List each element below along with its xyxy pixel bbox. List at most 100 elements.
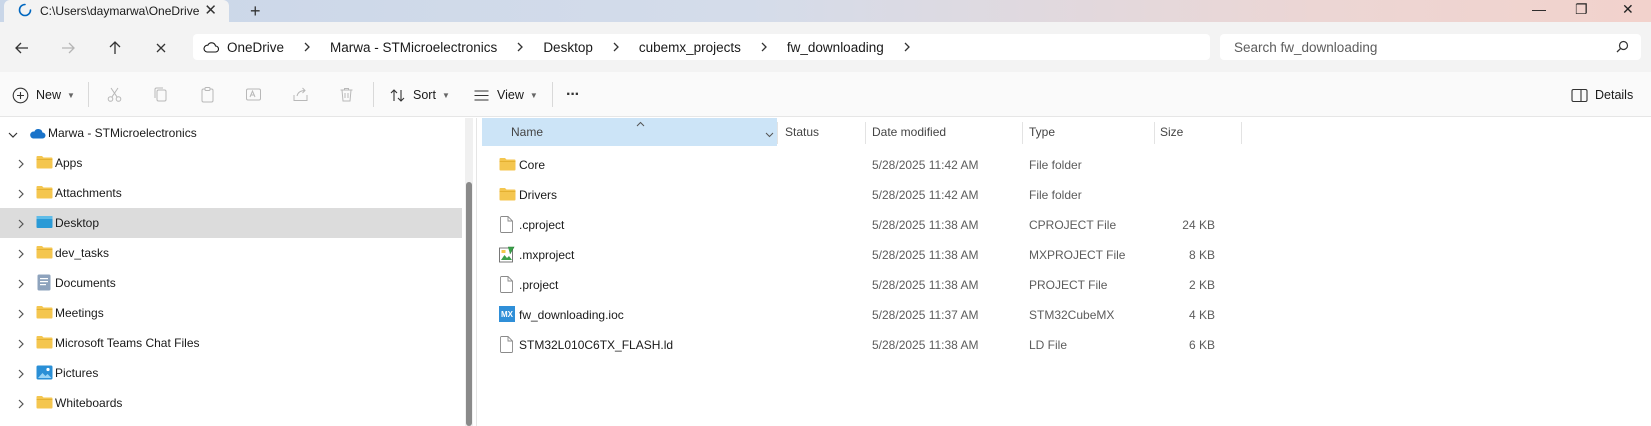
file-name: .cproject <box>519 218 565 232</box>
chevron-right-icon[interactable] <box>17 308 25 322</box>
chevron-right-icon[interactable] <box>516 42 524 52</box>
search-box[interactable]: Search fw_downloading <box>1220 34 1641 60</box>
chevron-right-icon[interactable] <box>760 42 768 52</box>
breadcrumb-desktop[interactable]: Desktop <box>543 40 593 55</box>
chevron-down-icon[interactable] <box>8 128 18 142</box>
column-separator[interactable] <box>1022 122 1023 144</box>
file-size: 2 KB <box>1188 278 1215 292</box>
new-button[interactable]: New ▼ <box>12 84 75 106</box>
file-size: 4 KB <box>1188 308 1215 322</box>
breadcrumb-cubemx-projects[interactable]: cubemx_projects <box>639 40 741 55</box>
tree-item-label: Apps <box>55 156 83 170</box>
breadcrumb-fw-downloading[interactable]: fw_downloading <box>787 40 884 55</box>
tab-onedrive[interactable]: C:\Users\daymarwa\OneDrive ✕ <box>4 0 229 22</box>
file-row-mxproject[interactable]: .mxproject 5/28/2025 11:38 AM MXPROJECT … <box>480 240 1240 270</box>
view-list-icon <box>474 89 489 101</box>
column-separator[interactable] <box>1241 122 1242 144</box>
tree-item-apps[interactable]: Apps <box>0 148 462 178</box>
view-label: View <box>497 88 524 102</box>
column-header-type[interactable]: Type <box>1029 118 1149 146</box>
column-separator[interactable] <box>865 122 866 144</box>
chevron-right-icon[interactable] <box>303 42 311 52</box>
column-dropdown-chevron-icon[interactable] <box>765 127 774 141</box>
tree-item-label: Desktop <box>55 216 100 230</box>
file-name: Core <box>519 158 546 172</box>
arrow-up-icon <box>109 41 121 54</box>
folder-icon <box>36 305 53 322</box>
column-header-size[interactable]: Size <box>1160 118 1240 146</box>
pane-divider <box>476 118 477 426</box>
chevron-right-icon[interactable] <box>17 218 25 232</box>
file-row-core[interactable]: Core 5/28/2025 11:42 AM File folder <box>480 150 1240 180</box>
toolbar-divider <box>552 82 553 107</box>
title-bar: C:\Users\daymarwa\OneDrive ✕ + — ❐ ✕ <box>0 0 1651 22</box>
sort-label: Sort <box>413 88 436 102</box>
tree-item-attachments[interactable]: Attachments <box>0 178 462 208</box>
sort-button[interactable]: Sort ▼ <box>389 84 450 106</box>
more-options-button[interactable]: ··· <box>566 84 580 106</box>
new-tab-button[interactable]: + <box>250 1 261 21</box>
cut-icon[interactable] <box>106 86 123 106</box>
minimize-button[interactable]: — <box>1532 0 1546 18</box>
file-row-ioc[interactable]: MX fw_downloading.ioc 5/28/2025 11:37 AM… <box>480 300 1240 330</box>
tree-item-pictures[interactable]: Pictures <box>0 358 462 388</box>
file-row-project[interactable]: .project 5/28/2025 11:38 AM PROJECT File… <box>480 270 1240 300</box>
column-header-status[interactable]: Status <box>785 118 865 146</box>
search-input[interactable]: Search fw_downloading <box>1234 40 1377 55</box>
copy-icon[interactable] <box>152 86 169 106</box>
file-name: .project <box>519 278 559 292</box>
chevron-right-icon[interactable] <box>17 158 25 172</box>
file-row-drivers[interactable]: Drivers 5/28/2025 11:42 AM File folder <box>480 180 1240 210</box>
share-icon[interactable] <box>292 86 309 106</box>
restore-button[interactable]: ❐ <box>1575 0 1588 18</box>
file-date: 5/28/2025 11:38 AM <box>872 338 979 352</box>
delete-icon[interactable] <box>338 86 355 106</box>
file-size: 6 KB <box>1188 338 1215 352</box>
stop-x-icon <box>156 43 166 53</box>
chevron-right-icon[interactable] <box>17 278 25 292</box>
tree-item-desktop[interactable]: Desktop <box>0 208 462 238</box>
command-bar: New ▼ Sort ▼ View ▼ ··· Details <box>0 72 1651 117</box>
details-button[interactable]: Details <box>1571 84 1633 106</box>
close-window-button[interactable]: ✕ <box>1622 0 1634 18</box>
back-button[interactable] <box>12 38 32 58</box>
chevron-right-icon[interactable] <box>17 368 25 382</box>
folder-icon <box>36 155 53 172</box>
forward-button[interactable] <box>58 38 78 58</box>
file-row-cproject[interactable]: .cproject 5/28/2025 11:38 AM CPROJECT Fi… <box>480 210 1240 240</box>
file-icon <box>500 276 513 296</box>
column-separator[interactable] <box>1154 122 1155 144</box>
chevron-right-icon[interactable] <box>17 248 25 262</box>
tab-title: C:\Users\daymarwa\OneDrive <box>40 4 200 18</box>
file-row-ld[interactable]: STM32L010C6TX_FLASH.ld 5/28/2025 11:38 A… <box>480 330 1240 360</box>
tree-item-whiteboards[interactable]: Whiteboards <box>0 388 462 418</box>
chevron-right-icon[interactable] <box>17 398 25 412</box>
breadcrumb-marwa-stmicroelectronics[interactable]: Marwa - STMicroelectronics <box>330 40 497 55</box>
chevron-down-icon: ▼ <box>441 90 450 100</box>
stop-button[interactable] <box>151 38 171 58</box>
column-separator[interactable] <box>777 122 778 144</box>
address-bar[interactable]: OneDrive Marwa - STMicroelectronics Desk… <box>193 34 1210 60</box>
tree-item-documents[interactable]: Documents <box>0 268 462 298</box>
tab-close-button[interactable]: ✕ <box>204 2 217 20</box>
mxproject-icon <box>499 246 515 266</box>
up-button[interactable] <box>105 38 125 58</box>
search-icon[interactable] <box>1616 40 1629 56</box>
chevron-right-icon[interactable] <box>17 188 25 202</box>
column-header-date-modified[interactable]: Date modified <box>872 118 1022 146</box>
column-header-name[interactable]: Name <box>482 118 777 146</box>
tree-item-microsoft-teams-chat-files[interactable]: Microsoft Teams Chat Files <box>0 328 462 358</box>
tree-item-dev-tasks[interactable]: dev_tasks <box>0 238 462 268</box>
chevron-right-icon[interactable] <box>903 42 911 52</box>
nav-scrollbar-thumb[interactable] <box>466 182 472 426</box>
tree-item-root[interactable]: Marwa - STMicroelectronics <box>0 118 462 148</box>
view-button[interactable]: View ▼ <box>473 84 538 106</box>
file-type: MXPROJECT File <box>1029 248 1126 262</box>
breadcrumb-onedrive[interactable]: OneDrive <box>227 40 284 55</box>
chevron-right-icon[interactable] <box>612 42 620 52</box>
chevron-right-icon[interactable] <box>17 338 25 352</box>
tree-item-meetings[interactable]: Meetings <box>0 298 462 328</box>
paste-icon[interactable] <box>199 86 216 106</box>
folder-icon <box>36 245 53 262</box>
rename-icon[interactable] <box>245 86 262 106</box>
